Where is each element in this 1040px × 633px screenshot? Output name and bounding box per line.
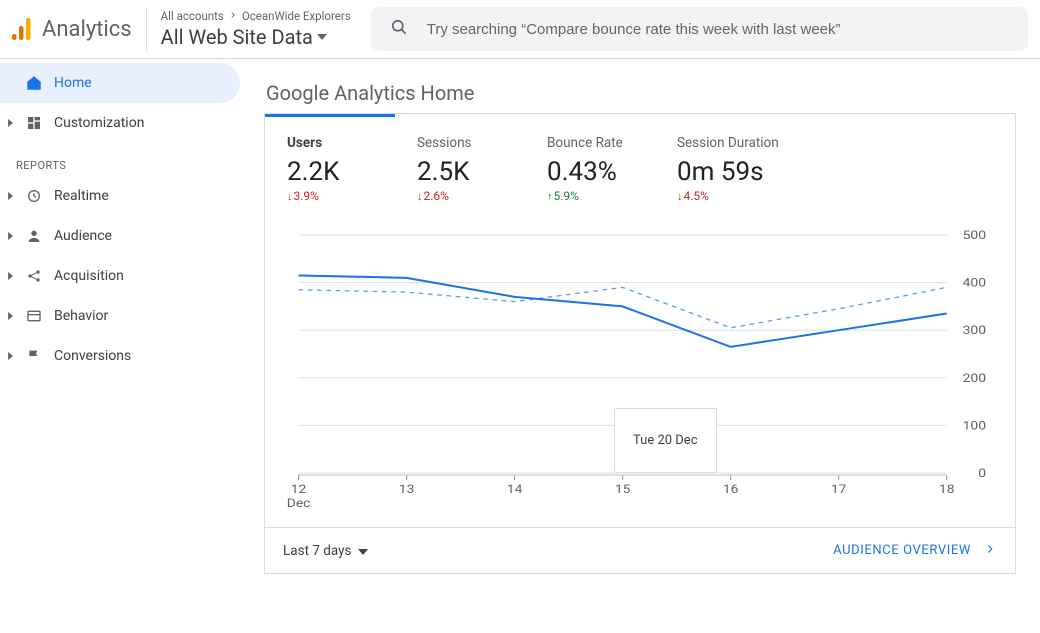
sidebar-item-label: Behavior bbox=[54, 308, 108, 324]
svg-text:400: 400 bbox=[963, 276, 986, 290]
view-name: All Web Site Data bbox=[161, 25, 313, 49]
search-icon bbox=[389, 17, 409, 41]
clock-icon bbox=[24, 188, 44, 204]
sidebar: Home Customization REPORTS Realtime Au bbox=[0, 59, 240, 633]
person-icon bbox=[24, 228, 44, 244]
search-input[interactable] bbox=[427, 21, 1010, 38]
caret-down-icon bbox=[317, 34, 327, 40]
dashboard-icon bbox=[24, 115, 44, 131]
caret-right-icon bbox=[6, 192, 14, 200]
svg-text:100: 100 bbox=[963, 419, 986, 433]
logo-block: Analytics bbox=[12, 7, 147, 51]
metric-label: Users bbox=[287, 135, 417, 151]
sidebar-item-label: Conversions bbox=[54, 348, 131, 364]
header: Analytics All accounts OceanWide Explore… bbox=[0, 0, 1040, 59]
svg-text:0: 0 bbox=[978, 467, 986, 481]
metric-delta: 4.5% bbox=[677, 189, 837, 203]
home-icon bbox=[24, 74, 44, 92]
metrics-row: Users 2.2K 3.9% Sessions 2.5K 2.6% Bounc… bbox=[265, 117, 1015, 203]
caret-right-icon bbox=[6, 119, 14, 127]
sidebar-item-label: Customization bbox=[54, 115, 144, 131]
breadcrumb-account: OceanWide Explorers bbox=[242, 9, 351, 23]
metric-delta: 5.9% bbox=[547, 189, 677, 203]
breadcrumb-root: All accounts bbox=[161, 9, 224, 23]
sidebar-item-home[interactable]: Home bbox=[0, 63, 240, 103]
sidebar-item-audience[interactable]: Audience bbox=[0, 216, 240, 256]
metric-label: Sessions bbox=[417, 135, 547, 151]
svg-text:200: 200 bbox=[963, 372, 986, 386]
flag-icon bbox=[24, 348, 44, 364]
sidebar-item-conversions[interactable]: Conversions bbox=[0, 336, 240, 376]
sidebar-item-realtime[interactable]: Realtime bbox=[0, 176, 240, 216]
sidebar-item-customization[interactable]: Customization bbox=[0, 103, 240, 143]
metric-value: 0m 59s bbox=[677, 157, 837, 187]
sidebar-item-label: Acquisition bbox=[54, 268, 124, 284]
metric-delta: 2.6% bbox=[417, 189, 547, 203]
caret-right-icon bbox=[6, 272, 14, 280]
breadcrumb: All accounts OceanWide Explorers bbox=[161, 9, 351, 23]
page-title: Google Analytics Home bbox=[266, 81, 1016, 105]
caret-right-icon bbox=[6, 352, 14, 360]
metric-value: 2.2K bbox=[287, 157, 417, 187]
audience-overview-link[interactable]: AUDIENCE OVERVIEW bbox=[833, 542, 997, 560]
svg-text:300: 300 bbox=[963, 324, 986, 338]
card-footer: Last 7 days AUDIENCE OVERVIEW bbox=[265, 527, 1015, 573]
svg-text:17: 17 bbox=[831, 483, 847, 497]
behavior-icon bbox=[24, 308, 44, 324]
metric-delta: 3.9% bbox=[287, 189, 417, 203]
account-picker[interactable]: All accounts OceanWide Explorers All Web… bbox=[147, 9, 365, 49]
sidebar-item-label: Audience bbox=[54, 228, 112, 244]
chart-container: 010020030040050012Dec131415161718 Tue 20… bbox=[265, 203, 1015, 527]
share-icon bbox=[24, 268, 44, 284]
ga-logo-icon bbox=[12, 18, 32, 40]
main: Google Analytics Home Users 2.2K 3.9% Se… bbox=[240, 59, 1040, 633]
chevron-right-icon bbox=[983, 542, 997, 560]
overview-link-label: AUDIENCE OVERVIEW bbox=[833, 543, 971, 558]
sidebar-item-behavior[interactable]: Behavior bbox=[0, 296, 240, 336]
svg-text:15: 15 bbox=[615, 483, 631, 497]
metric-value: 2.5K bbox=[417, 157, 547, 187]
overview-card: Users 2.2K 3.9% Sessions 2.5K 2.6% Bounc… bbox=[264, 113, 1016, 574]
metric-label: Session Duration bbox=[677, 135, 837, 151]
caret-right-icon bbox=[6, 312, 14, 320]
users-line-chart[interactable]: 0 100 200 300 400 500 12Dec 13 14 15 16 17 18 bbox=[287, 221, 993, 521]
sidebar-item-acquisition[interactable]: Acquisition bbox=[0, 256, 240, 296]
metric-label: Bounce Rate bbox=[547, 135, 677, 151]
sidebar-item-label: Home bbox=[54, 75, 92, 91]
svg-text:13: 13 bbox=[399, 483, 415, 497]
svg-text:500: 500 bbox=[963, 229, 986, 243]
caret-right-icon bbox=[6, 232, 14, 240]
search-bar[interactable] bbox=[371, 7, 1028, 51]
svg-text:12: 12 bbox=[291, 483, 307, 497]
date-range-picker[interactable]: Last 7 days bbox=[283, 543, 368, 559]
svg-text:14: 14 bbox=[507, 483, 523, 497]
svg-text:Dec: Dec bbox=[287, 497, 311, 511]
metric-value: 0.43% bbox=[547, 157, 677, 187]
date-range-label: Last 7 days bbox=[283, 543, 352, 559]
metric-session-duration[interactable]: Session Duration 0m 59s 4.5% bbox=[677, 135, 837, 203]
sidebar-item-label: Realtime bbox=[54, 188, 109, 204]
chevron-right-icon bbox=[228, 9, 238, 23]
caret-down-icon bbox=[358, 543, 368, 559]
metric-users[interactable]: Users 2.2K 3.9% bbox=[287, 135, 417, 203]
metric-sessions[interactable]: Sessions 2.5K 2.6% bbox=[417, 135, 547, 203]
metric-bounce-rate[interactable]: Bounce Rate 0.43% 5.9% bbox=[547, 135, 677, 203]
svg-text:18: 18 bbox=[939, 483, 955, 497]
sidebar-section-reports: REPORTS bbox=[0, 143, 240, 176]
brand-text: Analytics bbox=[42, 17, 132, 42]
svg-text:16: 16 bbox=[723, 483, 739, 497]
